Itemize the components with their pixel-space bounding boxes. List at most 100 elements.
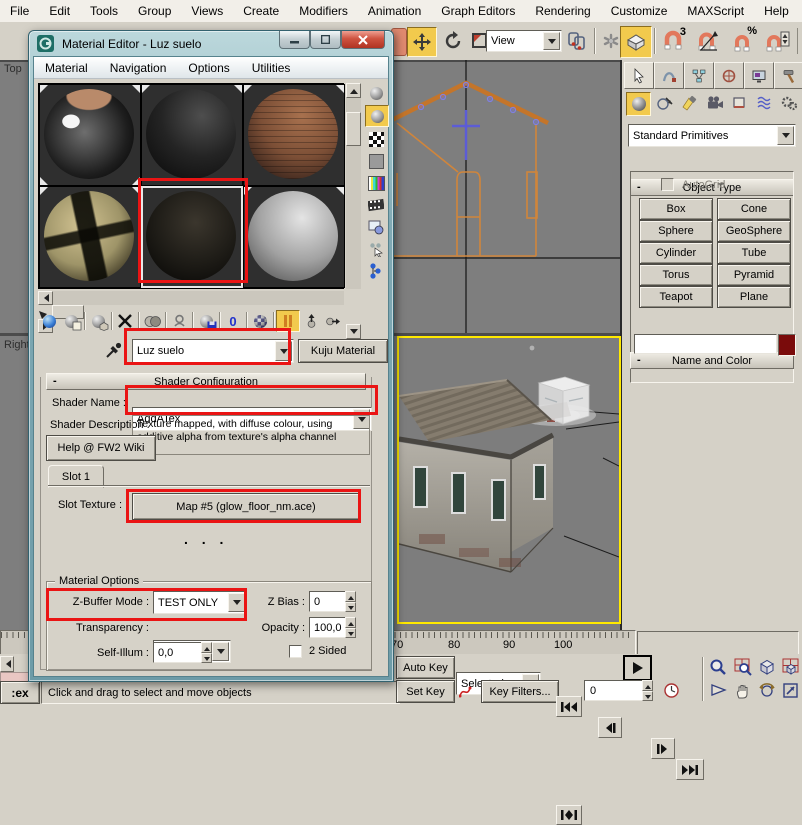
percent-snap-toggle-button[interactable]: % <box>728 27 758 55</box>
opacity-spinner[interactable] <box>345 617 356 638</box>
category-dropdown[interactable]: Standard Primitives <box>628 124 796 147</box>
menu-maxscript[interactable]: MAXScript <box>677 4 754 18</box>
field-of-view-button[interactable] <box>707 679 729 701</box>
chevron-down-icon[interactable] <box>275 341 292 361</box>
viewport-label-right[interactable]: Right <box>4 339 28 351</box>
palette-horizontal-scrollbar[interactable] <box>38 291 344 305</box>
auto-key-button[interactable]: Auto Key <box>396 656 455 679</box>
set-key-button[interactable]: Set Key <box>396 680 455 703</box>
sample-slot-6[interactable] <box>243 186 345 288</box>
make-material-copy-button[interactable] <box>141 311 163 331</box>
material-editor-options-button[interactable] <box>365 217 387 237</box>
sample-slot-2[interactable] <box>141 84 243 186</box>
previous-frame-button[interactable] <box>598 717 622 738</box>
use-pivot-point-center-button[interactable] <box>564 27 590 55</box>
palette-vertical-scrollbar[interactable] <box>346 83 361 289</box>
subtab-cameras[interactable] <box>703 92 726 114</box>
sample-uv-tiling-button[interactable] <box>365 151 387 171</box>
trackbar-left-arrow[interactable] <box>0 656 14 672</box>
create-tube-button[interactable]: Tube <box>717 242 791 264</box>
tab-modify[interactable] <box>654 62 684 89</box>
name-and-color-rollup-header[interactable]: - Name and Color <box>630 352 794 369</box>
create-box-button[interactable]: Box <box>639 198 713 220</box>
material-editor-window[interactable]: Material Editor - Luz suelo Material Nav… <box>28 30 394 682</box>
shader-configuration-rollup-header[interactable]: - Shader Configuration <box>46 373 366 390</box>
sample-slot-5-selected[interactable] <box>141 186 243 288</box>
zoom-all-button[interactable] <box>732 656 754 678</box>
maximize-viewport-toggle-button[interactable] <box>780 679 801 701</box>
create-torus-button[interactable]: Torus <box>639 264 713 286</box>
menu-file[interactable]: File <box>0 4 39 18</box>
collapse-icon[interactable]: - <box>637 353 641 367</box>
create-plane-button[interactable]: Plane <box>717 286 791 308</box>
menu-help[interactable]: Help <box>754 4 799 18</box>
subtab-geometry[interactable] <box>626 92 651 116</box>
create-pyramid-button[interactable]: Pyramid <box>717 264 791 286</box>
subtab-lights[interactable] <box>678 92 701 114</box>
menu-rendering[interactable]: Rendering <box>525 4 600 18</box>
play-animation-button[interactable] <box>623 655 652 681</box>
menu-create[interactable]: Create <box>233 4 289 18</box>
sample-slot-4[interactable] <box>39 186 141 288</box>
z-bias-spinner[interactable] <box>345 591 356 612</box>
scroll-left-button[interactable] <box>38 291 53 305</box>
collapse-icon[interactable]: - <box>53 374 57 388</box>
current-frame-field[interactable]: 0 <box>584 680 647 701</box>
show-end-result-button[interactable] <box>276 310 300 332</box>
get-material-button[interactable] <box>38 311 60 331</box>
chevron-down-icon[interactable] <box>777 126 794 145</box>
menu-options[interactable]: Options <box>177 61 240 75</box>
make-unique-button[interactable] <box>168 311 190 331</box>
menu-customize[interactable]: Customize <box>601 4 678 18</box>
self-illum-field[interactable]: 0,0 <box>153 642 205 663</box>
perspective-viewport[interactable] <box>397 336 621 624</box>
pan-view-button[interactable] <box>732 679 754 701</box>
tab-motion[interactable] <box>714 62 744 89</box>
subtab-space-warps[interactable] <box>753 92 776 114</box>
sample-type-button[interactable] <box>365 83 387 103</box>
menu-utilities[interactable]: Utilities <box>241 61 302 75</box>
subtab-systems[interactable] <box>778 92 801 114</box>
menu-navigation[interactable]: Navigation <box>99 61 178 75</box>
slot-texture-map-button[interactable]: Map #5 (glow_floor_nm.ace) <box>132 493 360 520</box>
snaps-toggle-button[interactable] <box>620 26 652 58</box>
menu-group[interactable]: Group <box>128 4 181 18</box>
two-sided-checkbox-row[interactable]: 2 Sided <box>289 644 346 658</box>
create-teapot-button[interactable]: Teapot <box>639 286 713 308</box>
key-filters-button[interactable]: Key Filters... <box>481 680 559 703</box>
angle-snap-toggle-button[interactable] <box>693 27 723 55</box>
go-to-end-button[interactable] <box>676 759 704 780</box>
menu-animation[interactable]: Animation <box>358 4 431 18</box>
backlight-button[interactable] <box>365 105 389 127</box>
subtab-helpers[interactable] <box>728 92 751 114</box>
help-fw2-wiki-button[interactable]: Help @ FW2 Wiki <box>46 435 156 461</box>
close-button[interactable] <box>341 31 385 49</box>
z-buffer-mode-dropdown[interactable]: TEST ONLY <box>153 591 247 614</box>
tab-hierarchy[interactable] <box>684 62 714 89</box>
time-configuration-button[interactable] <box>660 679 682 701</box>
chevron-down-icon[interactable] <box>212 642 229 661</box>
frame-spinner[interactable] <box>642 680 653 701</box>
snaps-toggle-3d-button[interactable]: 3 <box>658 27 688 55</box>
material-name-dropdown[interactable]: Luz suelo <box>132 339 294 363</box>
key-mode-toggle-button[interactable] <box>556 805 582 825</box>
create-cylinder-button[interactable]: Cylinder <box>639 242 713 264</box>
assign-material-to-selection-button[interactable] <box>87 311 109 331</box>
put-material-to-scene-button[interactable] <box>60 311 82 331</box>
create-cone-button[interactable]: Cone <box>717 198 791 220</box>
chevron-down-icon[interactable] <box>543 32 560 50</box>
tab-create[interactable] <box>624 62 654 89</box>
object-color-swatch[interactable] <box>778 334 796 356</box>
sample-slot-3[interactable] <box>243 84 345 186</box>
menu-tools[interactable]: Tools <box>80 4 128 18</box>
menu-edit[interactable]: Edit <box>39 4 80 18</box>
zoom-extents-all-button[interactable] <box>780 656 801 678</box>
maxscript-mini-listener[interactable]: :ex <box>0 681 40 704</box>
viewport-label-top[interactable]: Top <box>4 63 28 75</box>
chevron-down-icon[interactable] <box>228 593 245 612</box>
create-sphere-button[interactable]: Sphere <box>639 220 713 242</box>
material-id-channel-button[interactable]: 0 <box>222 311 244 331</box>
pick-material-from-object-button[interactable] <box>102 339 124 361</box>
subtab-shapes[interactable] <box>653 92 676 114</box>
two-sided-checkbox[interactable] <box>289 645 302 658</box>
